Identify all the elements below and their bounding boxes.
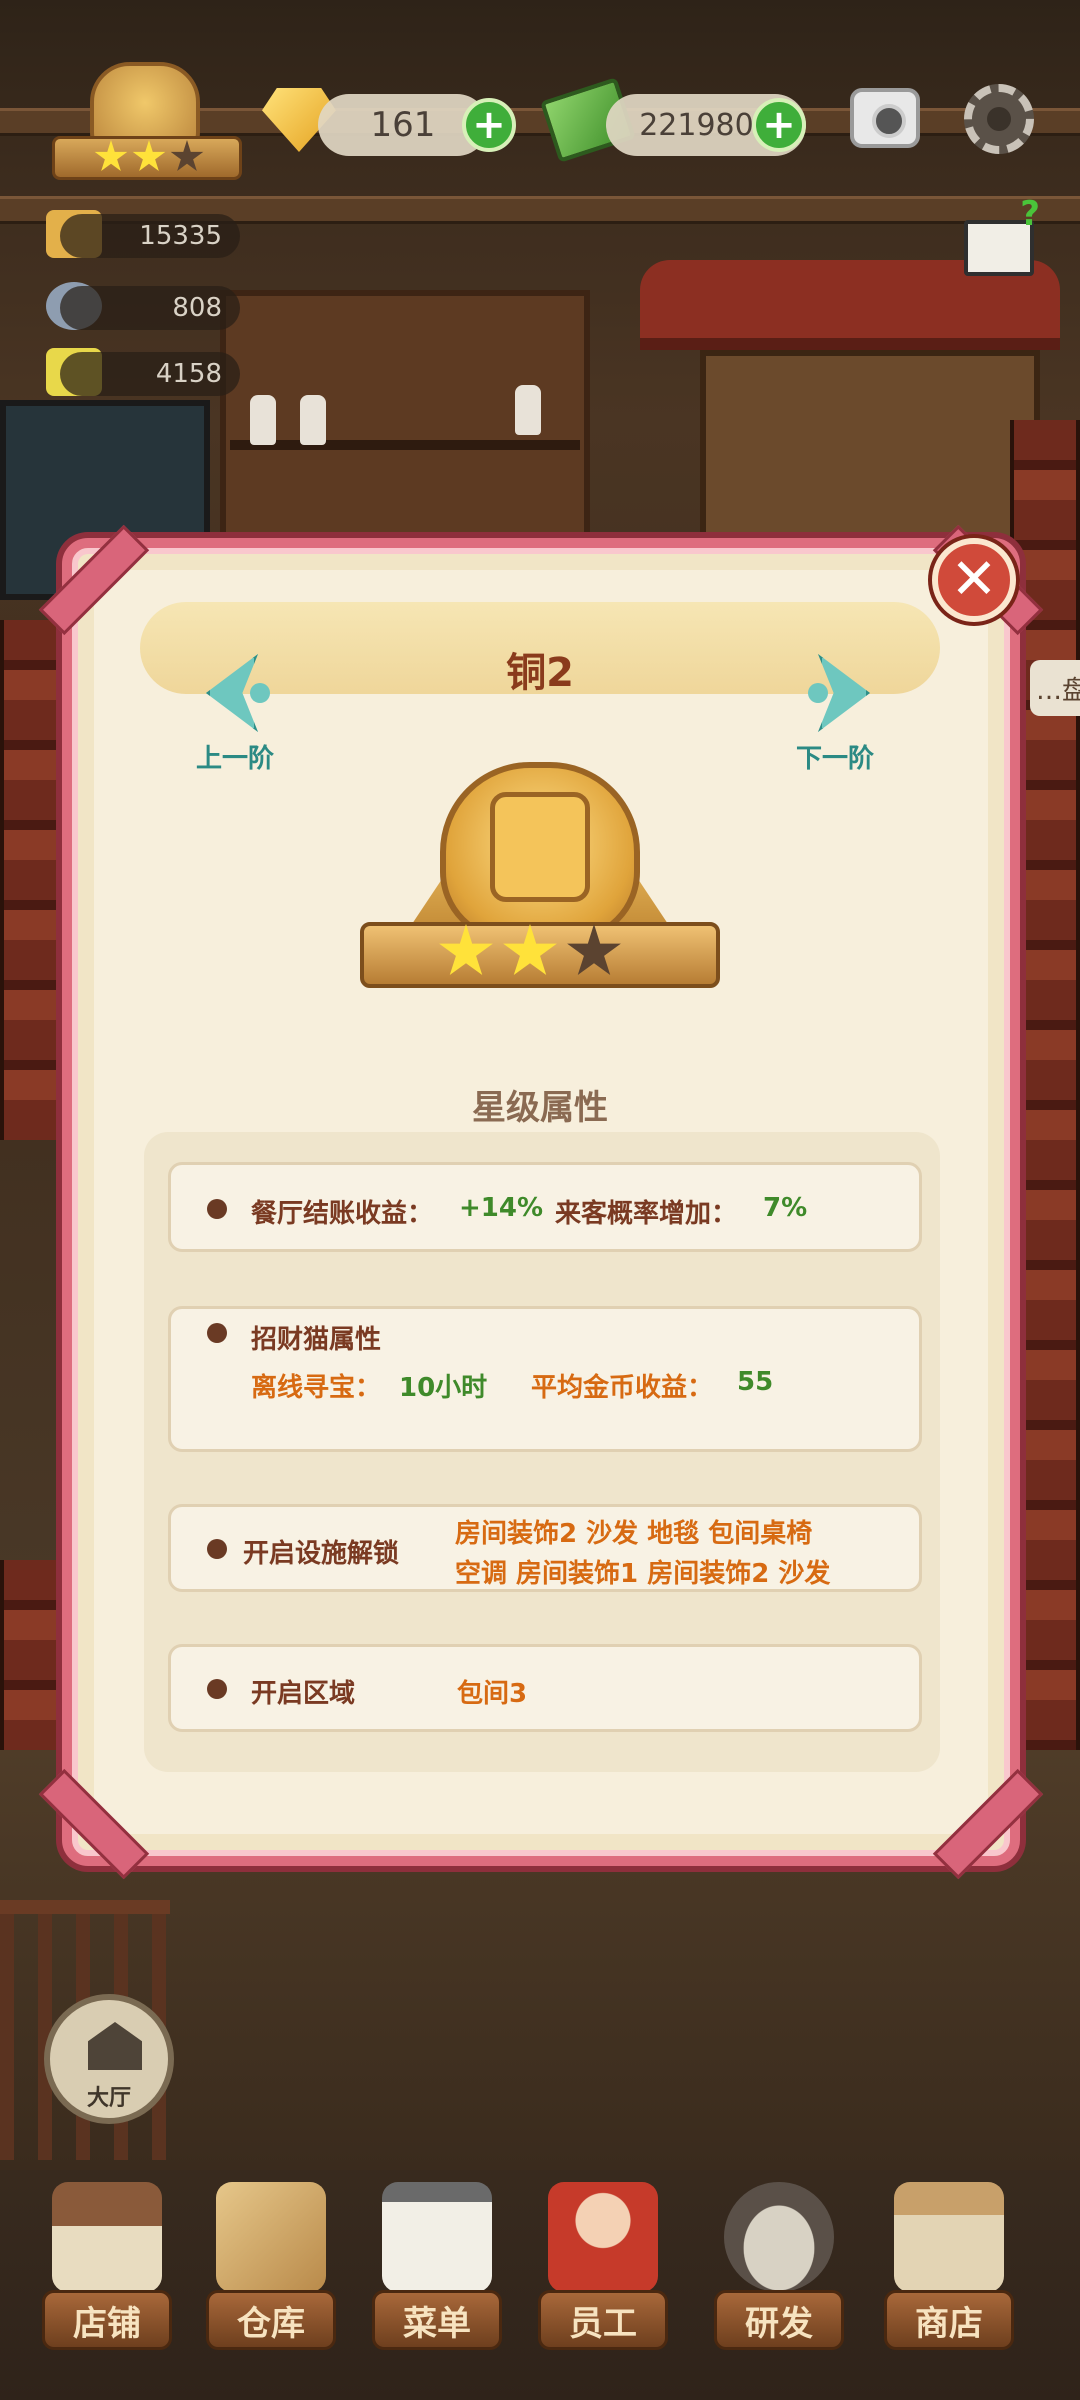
area-unlock-title: 开启区域	[251, 1679, 356, 1709]
shelf-board	[230, 440, 580, 450]
star-filled-icon	[503, 924, 557, 975]
add-gems-button[interactable]: +	[462, 98, 516, 152]
offline-treasure-value: 10小时	[399, 1373, 488, 1403]
visitor-rate-value: 7%	[763, 1193, 808, 1223]
star-empty-icon	[170, 140, 204, 171]
lucky-cat-title: 招财猫属性	[251, 1325, 382, 1355]
facility-unlock-row: 开启设施解锁 房间装饰2 沙发 地毯 包间桌椅 空调 房间装饰1 房间装饰2 沙…	[168, 1504, 922, 1592]
star-filled-icon	[94, 140, 128, 171]
next-rank-label[interactable]: 下一阶	[796, 738, 874, 775]
chef-icon	[548, 2182, 658, 2292]
close-icon: ✕	[950, 547, 998, 612]
arrow-dot	[808, 683, 828, 703]
avg-coin-value: 55	[737, 1367, 774, 1397]
nav-menu[interactable]: 菜单	[372, 2182, 502, 2372]
settings-gear-icon[interactable]	[964, 84, 1034, 154]
hall-label: 大厅	[86, 2086, 131, 2111]
bottle	[300, 395, 326, 445]
rank-stars	[94, 140, 204, 174]
clipboard-icon	[382, 2182, 492, 2292]
shop-icon	[894, 2182, 1004, 2292]
avg-coin-label: 平均金币收益：	[531, 1373, 714, 1403]
stat-2-value: 808	[172, 293, 222, 323]
arrow-dot	[250, 683, 270, 703]
stat-1: 15335	[60, 214, 240, 258]
area-unlock-value: 包间3	[457, 1679, 528, 1709]
cleaver-board-icon	[490, 792, 590, 902]
hall-button[interactable]: 大厅	[44, 1994, 174, 2124]
lucky-cat-row: 招财猫属性 离线寻宝： 10小时 平均金币收益： 55	[168, 1306, 922, 1452]
checkout-bonus-row: 餐厅结账收益： +14% 来客概率增加： 7%	[168, 1162, 922, 1252]
rank-badge[interactable]	[52, 62, 242, 192]
add-coins-button[interactable]: +	[752, 98, 806, 152]
nav-label: 员工	[538, 2290, 668, 2350]
bottle	[515, 385, 541, 435]
gem-count: 161	[370, 105, 436, 145]
rank-emblem	[360, 762, 720, 1002]
nav-label: 仓库	[206, 2290, 336, 2350]
visitor-rate-label: 来客概率增加：	[555, 1199, 738, 1229]
facility-list-line-1: 房间装饰2 沙发 地毯 包间桌椅	[455, 1519, 813, 1549]
stat-3: 4158	[60, 352, 240, 396]
nav-shop-front[interactable]: 店铺	[42, 2182, 172, 2372]
star-filled-icon	[439, 924, 493, 975]
nav-label: 研发	[714, 2290, 844, 2350]
section-title: 星级属性	[472, 1088, 608, 1128]
prev-rank-label[interactable]: 上一阶	[196, 738, 274, 775]
bullet	[207, 1539, 227, 1559]
stat-2: 808	[60, 286, 240, 330]
nav-warehouse[interactable]: 仓库	[206, 2182, 336, 2372]
star-filled-icon	[132, 140, 166, 171]
facility-list-line-2: 空调 房间装饰1 房间装饰2 沙发	[455, 1559, 831, 1589]
close-button[interactable]: ✕	[932, 538, 1016, 622]
nav-label: 店铺	[42, 2290, 172, 2350]
stat-3-value: 4158	[155, 359, 222, 389]
emblem-stars	[438, 924, 622, 980]
facility-unlock-title: 开启设施解锁	[243, 1539, 400, 1569]
checkout-label: 餐厅结账收益：	[251, 1199, 434, 1229]
camera-icon[interactable]	[850, 88, 920, 148]
nav-label: 菜单	[372, 2290, 502, 2350]
help-book-icon[interactable]: ?	[964, 194, 1040, 276]
bullet	[207, 1323, 227, 1343]
nav-label: 商店	[884, 2290, 1014, 2350]
wooden-door	[700, 350, 1040, 550]
rank-title: 铜2	[506, 650, 574, 696]
hall-building-icon	[88, 2022, 142, 2070]
star-empty-icon	[567, 924, 621, 975]
bullet	[207, 1679, 227, 1699]
storefront-icon	[52, 2182, 162, 2292]
nav-staff[interactable]: 员工	[538, 2182, 668, 2372]
bullet	[207, 1199, 227, 1219]
pillar	[0, 620, 70, 1140]
checkout-value: +14%	[459, 1193, 544, 1223]
offline-treasure-label: 离线寻宝：	[251, 1373, 382, 1403]
nav-store[interactable]: 商店	[884, 2182, 1014, 2372]
wok-icon	[724, 2182, 834, 2292]
area-unlock-row: 开启区域 包间3	[168, 1644, 922, 1732]
crate-icon	[216, 2182, 326, 2292]
bottle	[250, 395, 276, 445]
stat-1-value: 15335	[139, 221, 222, 251]
nav-research[interactable]: 研发	[714, 2182, 844, 2372]
